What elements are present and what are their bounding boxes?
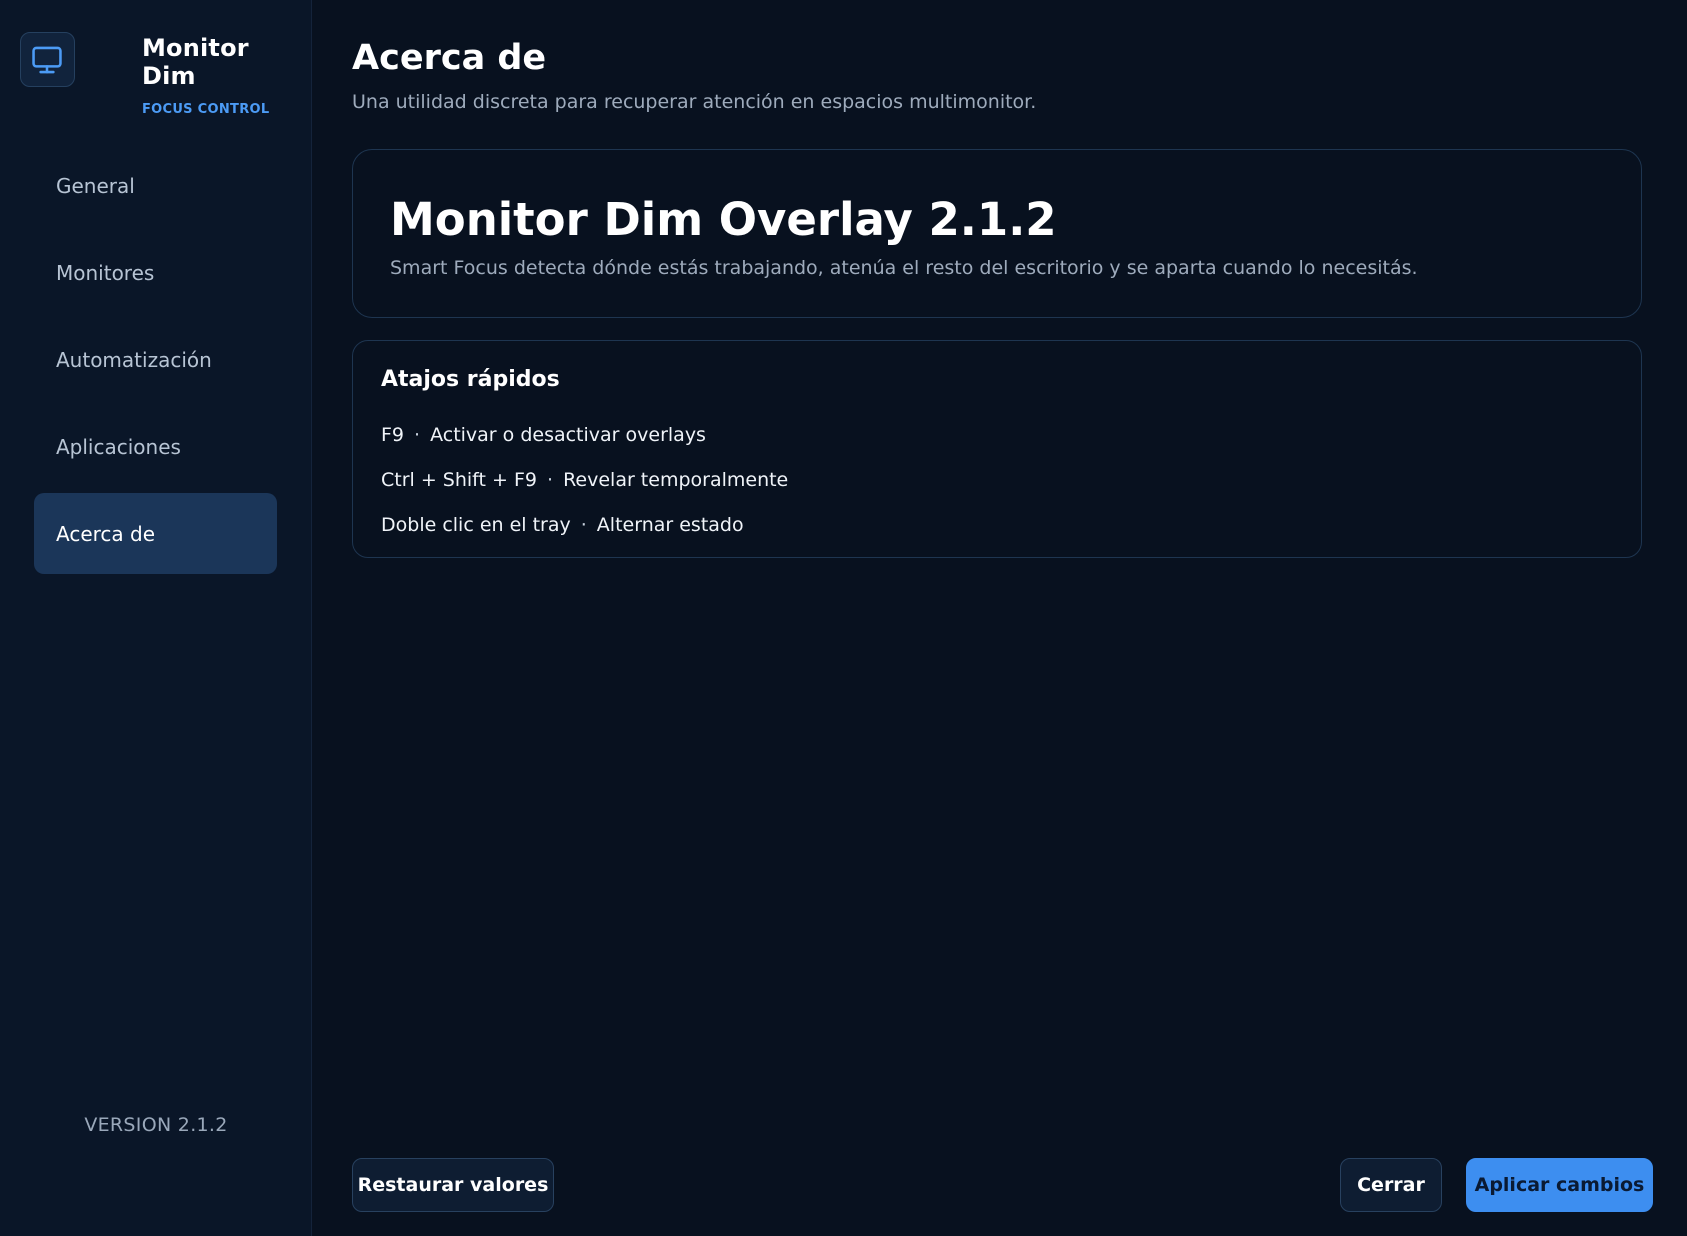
about-card: Monitor Dim Overlay 2.1.2 Smart Focus de… (352, 149, 1642, 318)
apply-changes-button[interactable]: Aplicar cambios (1466, 1158, 1653, 1212)
shortcut-separator: · (414, 423, 421, 446)
sidebar: Monitor Dim FOCUS CONTROL General Monito… (0, 0, 312, 1236)
shortcut-action: Revelar temporalmente (563, 468, 789, 491)
sidebar-item-aplicaciones[interactable]: Aplicaciones (34, 406, 277, 487)
app-subtitle: FOCUS CONTROL (141, 102, 270, 117)
sidebar-item-general[interactable]: General (34, 145, 277, 226)
shortcut-separator: · (580, 513, 587, 536)
brand: Monitor Dim FOCUS CONTROL (20, 32, 311, 117)
shortcut-separator: · (547, 468, 554, 491)
product-description: Smart Focus detecta dónde estás trabajan… (390, 257, 1418, 279)
sidebar-nav: General Monitores Automatización Aplicac… (34, 145, 277, 580)
brand-text: Monitor Dim FOCUS CONTROL (142, 34, 311, 117)
shortcut-row: Doble clic en el tray · Alternar estado (381, 502, 1613, 547)
version-label: VERSION 2.1.2 (84, 1114, 228, 1136)
shortcut-key: Doble clic en el tray (381, 513, 571, 536)
product-title: Monitor Dim Overlay 2.1.2 (390, 193, 1057, 246)
close-button[interactable]: Cerrar (1340, 1158, 1442, 1212)
shortcut-key: F9 (381, 423, 405, 446)
shortcut-action: Alternar estado (596, 513, 744, 536)
sidebar-item-monitores[interactable]: Monitores (34, 232, 277, 313)
monitor-icon (20, 32, 75, 87)
shortcuts-card: Atajos rápidos F9 · Activar o desactivar… (352, 340, 1642, 558)
restore-defaults-button[interactable]: Restaurar valores (352, 1158, 554, 1212)
shortcut-key: Ctrl + Shift + F9 (381, 468, 538, 491)
app-title: Monitor Dim (141, 34, 249, 90)
main-content: Acerca de Una utilidad discreta para rec… (312, 0, 1687, 1236)
shortcut-action: Activar o desactivar overlays (430, 423, 706, 446)
app-window: Monitor Dim FOCUS CONTROL General Monito… (0, 0, 1687, 1236)
page-title: Acerca de (352, 38, 547, 78)
sidebar-item-automatizacion[interactable]: Automatización (34, 319, 277, 400)
sidebar-item-acerca-de[interactable]: Acerca de (34, 493, 277, 574)
shortcuts-title: Atajos rápidos (381, 367, 560, 392)
shortcut-row: F9 · Activar o desactivar overlays (381, 412, 1613, 457)
shortcut-row: Ctrl + Shift + F9 · Revelar temporalment… (381, 457, 1613, 502)
page-subtitle: Una utilidad discreta para recuperar ate… (352, 91, 1037, 113)
